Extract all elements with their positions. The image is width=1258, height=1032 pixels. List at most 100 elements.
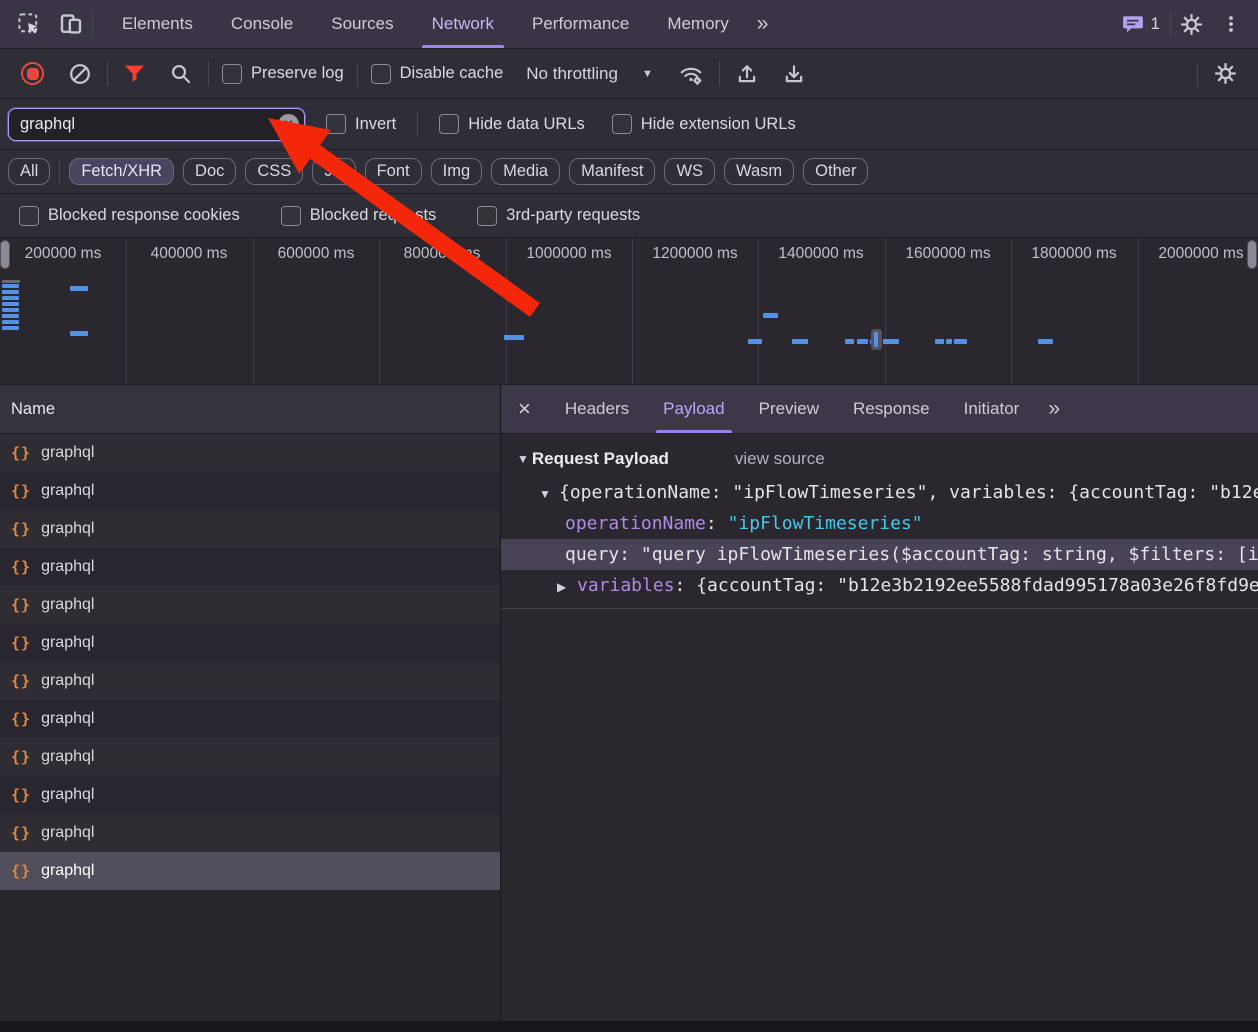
more-panels-icon[interactable]: » — [748, 12, 776, 36]
request-name: graphql — [41, 862, 94, 880]
tab-network[interactable]: Network — [413, 0, 513, 48]
clear-filter-icon[interactable]: × — [278, 114, 299, 135]
table-row[interactable]: {}graphql — [0, 624, 500, 662]
filter-chip-manifest[interactable]: Manifest — [569, 158, 655, 185]
divider — [417, 112, 418, 136]
checkbox-box[interactable] — [19, 206, 39, 226]
checkbox-box[interactable] — [281, 206, 301, 226]
checkbox-box[interactable] — [326, 114, 346, 134]
caret-right-icon[interactable]: ▶ — [557, 572, 577, 601]
filter-chip-css[interactable]: CSS — [245, 158, 303, 185]
table-row[interactable]: {}graphql — [0, 814, 500, 852]
table-row[interactable]: {}graphql — [0, 700, 500, 738]
section-caret-icon[interactable]: ▼ — [517, 452, 529, 466]
filter-chip-ws[interactable]: WS — [664, 158, 715, 185]
record-network-log-button[interactable] — [12, 62, 53, 85]
timeline-bar — [2, 314, 19, 318]
throttling-dropdown[interactable]: No throttling ▼ — [516, 64, 663, 84]
table-row[interactable]: {}graphql — [0, 738, 500, 776]
table-row[interactable]: {}graphql — [0, 434, 500, 472]
invert-checkbox[interactable]: Invert — [320, 114, 402, 134]
payload-tree: ▼{operationName: "ipFlowTimeseries", var… — [501, 477, 1258, 601]
filter-chip-js[interactable]: JS — [312, 158, 355, 185]
close-details-icon[interactable]: × — [501, 396, 548, 422]
details-tab-headers[interactable]: Headers — [548, 385, 646, 433]
blocked-requests-label: Blocked requests — [310, 206, 437, 225]
issues-button[interactable]: 1 — [1112, 14, 1170, 34]
network-conditions-icon[interactable] — [670, 63, 712, 85]
request-name: graphql — [41, 444, 94, 462]
checkbox-box[interactable] — [371, 64, 391, 84]
timeline-label: 1400000 ms — [778, 245, 863, 263]
timeline-bar — [857, 339, 868, 344]
payload-line[interactable]: query: "query ipFlowTimeseries($accountT… — [501, 539, 1258, 570]
table-row[interactable]: {}graphql — [0, 548, 500, 586]
filter-chip-fetch-xhr[interactable]: Fetch/XHR — [69, 158, 174, 185]
blocked-requests-checkbox[interactable]: Blocked requests — [275, 206, 443, 226]
details-overflow-icon[interactable]: » — [1036, 397, 1070, 421]
hide-extension-urls-checkbox[interactable]: Hide extension URLs — [606, 114, 802, 134]
clear-network-log-button[interactable] — [60, 63, 100, 85]
tab-console[interactable]: Console — [212, 0, 312, 48]
timeline-bar — [763, 313, 778, 318]
checkbox-box[interactable] — [439, 114, 459, 134]
name-column-header[interactable]: Name — [0, 385, 500, 434]
tab-performance[interactable]: Performance — [513, 0, 648, 48]
table-row[interactable]: {}graphql — [0, 776, 500, 814]
filter-funnel-icon[interactable] — [115, 63, 154, 84]
view-source-link[interactable]: view source — [735, 449, 825, 469]
panel-settings-gear-icon[interactable] — [1205, 62, 1246, 85]
timeline-overview[interactable]: 200000 ms400000 ms600000 ms800000 ms1000… — [0, 238, 1258, 385]
timeline-gridline — [632, 238, 633, 384]
payload-line[interactable]: ▼{operationName: "ipFlowTimeseries", var… — [501, 477, 1258, 508]
json-braces-icon: {} — [11, 672, 31, 690]
divider — [107, 62, 108, 86]
tab-sources[interactable]: Sources — [312, 0, 412, 48]
inspect-element-button[interactable] — [8, 12, 50, 36]
filter-chip-media[interactable]: Media — [491, 158, 560, 185]
filter-chip-font[interactable]: Font — [365, 158, 422, 185]
settings-gear-icon[interactable] — [1171, 13, 1212, 36]
import-har-icon[interactable] — [727, 63, 767, 85]
details-tab-preview[interactable]: Preview — [742, 385, 836, 433]
payload-line[interactable]: operationName: "ipFlowTimeseries" — [501, 508, 1258, 539]
timeline-bar — [2, 308, 19, 312]
disable-cache-checkbox[interactable]: Disable cache — [365, 64, 510, 84]
timeline-bar — [1038, 339, 1053, 344]
table-row[interactable]: {}graphql — [0, 662, 500, 700]
checkbox-box[interactable] — [222, 64, 242, 84]
table-row[interactable]: {}graphql — [0, 586, 500, 624]
details-tab-payload[interactable]: Payload — [646, 385, 741, 433]
timeline-bar — [2, 296, 19, 300]
tab-memory[interactable]: Memory — [648, 0, 747, 48]
filter-chip-wasm[interactable]: Wasm — [724, 158, 794, 185]
blocked-response-cookies-checkbox[interactable]: Blocked response cookies — [13, 206, 246, 226]
filter-chip-img[interactable]: Img — [431, 158, 483, 185]
filter-input[interactable] — [8, 108, 305, 141]
details-tab-response[interactable]: Response — [836, 385, 947, 433]
disable-cache-label: Disable cache — [400, 64, 504, 83]
timeline-right-handle-icon[interactable] — [1247, 240, 1257, 269]
table-row[interactable]: {}graphql — [0, 472, 500, 510]
3rd-party-requests-checkbox[interactable]: 3rd-party requests — [471, 206, 646, 226]
device-toolbar-button[interactable] — [50, 12, 92, 36]
menu-kebab-icon[interactable] — [1212, 13, 1250, 35]
caret-down-icon[interactable]: ▼ — [539, 479, 559, 508]
filter-chip-doc[interactable]: Doc — [183, 158, 236, 185]
preserve-log-checkbox[interactable]: Preserve log — [216, 64, 350, 84]
hide-data-urls-checkbox[interactable]: Hide data URLs — [433, 114, 590, 134]
search-icon[interactable] — [161, 63, 201, 85]
timeline-left-handle-icon[interactable] — [0, 240, 10, 269]
payload-line[interactable]: ▶variables: {accountTag: "b12e3b2192ee55… — [501, 570, 1258, 601]
checkbox-box[interactable] — [612, 114, 632, 134]
checkbox-box[interactable] — [477, 206, 497, 226]
filter-chip-other[interactable]: Other — [803, 158, 868, 185]
filter-chip-all[interactable]: All — [8, 158, 50, 185]
request-name: graphql — [41, 710, 94, 728]
details-tab-initiator[interactable]: Initiator — [947, 385, 1037, 433]
tab-elements[interactable]: Elements — [103, 0, 212, 48]
requests-panel: Name {}graphql{}graphql{}graphql{}graphq… — [0, 385, 501, 1032]
table-row[interactable]: {}graphql — [0, 852, 500, 890]
table-row[interactable]: {}graphql — [0, 510, 500, 548]
export-har-icon[interactable] — [774, 63, 814, 85]
